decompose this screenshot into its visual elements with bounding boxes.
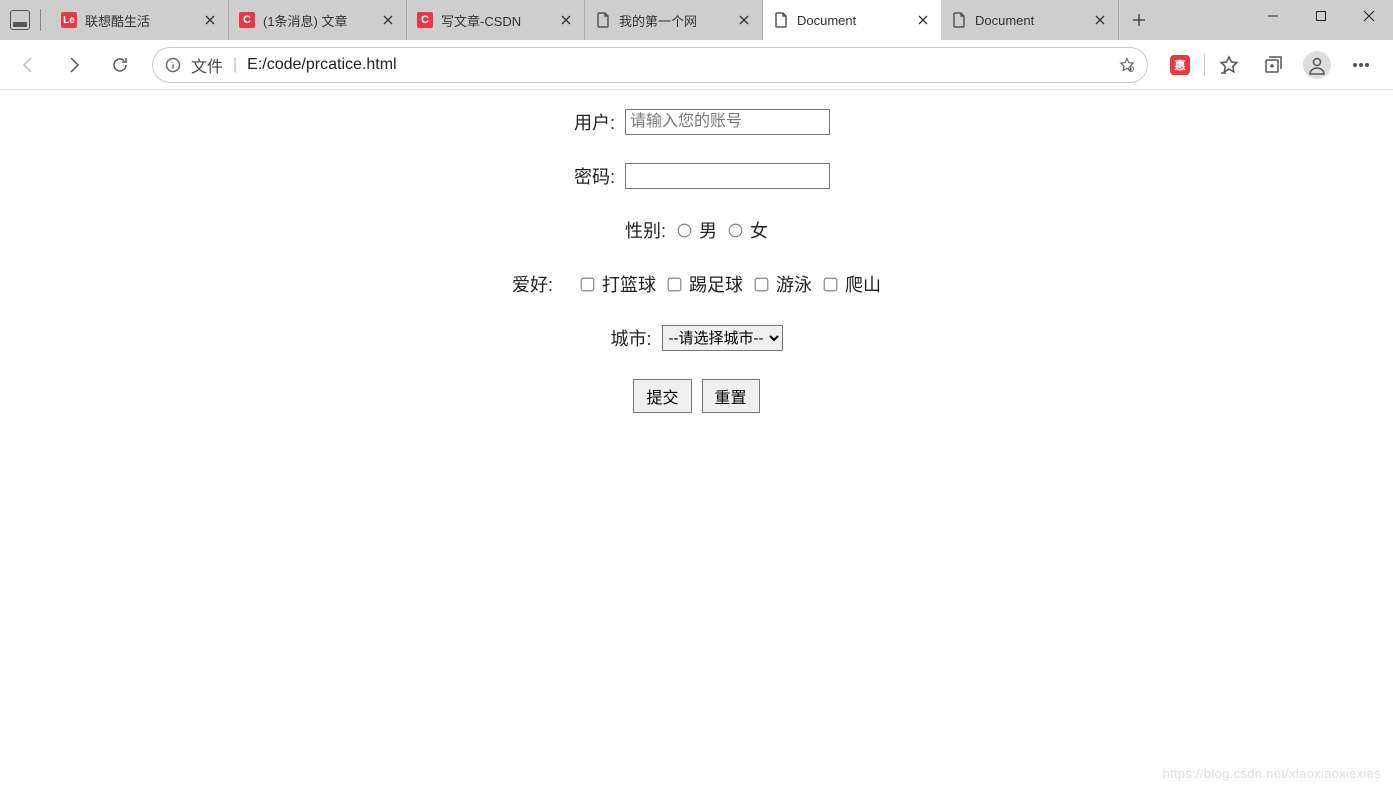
favicon-csdn: C: [417, 12, 433, 28]
city-select[interactable]: --请选择城市--: [662, 325, 783, 351]
close-icon[interactable]: [1092, 12, 1108, 28]
divider: [40, 9, 41, 31]
tab-actions-button-group: [0, 0, 51, 40]
tab-actions-icon[interactable]: [10, 10, 30, 30]
divider: [1204, 54, 1205, 76]
tab-title: Document: [975, 13, 1084, 28]
row-password: 密码:: [0, 163, 1393, 189]
document-icon: [595, 12, 611, 28]
hobby-option-football: 踢足球: [689, 271, 743, 297]
gender-label: 性别:: [625, 217, 666, 243]
url-text: E:/code/prcatice.html: [247, 56, 1109, 74]
addressbar[interactable]: 文件 | E:/code/prcatice.html: [152, 47, 1148, 83]
tab-document-active[interactable]: Document: [763, 0, 941, 40]
row-gender: 性别: 男 女: [0, 217, 1393, 243]
form: 用户: 密码: 性别: 男 女 爱好:: [0, 109, 1393, 413]
close-button[interactable]: [1345, 0, 1393, 32]
forward-button[interactable]: [54, 45, 94, 85]
tab-myfirst[interactable]: 我的第一个网: [585, 0, 763, 40]
profile-button[interactable]: [1297, 45, 1337, 85]
hobby-checkbox-football[interactable]: [668, 277, 682, 291]
row-hobby: 爱好: 打篮球 踢足球 游泳 爬山: [0, 271, 1393, 297]
tab-title: 写文章-CSDN: [441, 11, 550, 30]
gender-option-female: 女: [750, 217, 768, 243]
gender-radio-female[interactable]: [729, 223, 743, 237]
document-icon: [773, 12, 789, 28]
tab-title: 联想酷生活: [85, 11, 194, 30]
user-input[interactable]: [625, 109, 830, 135]
row-city: 城市: --请选择城市--: [0, 325, 1393, 351]
document-icon: [951, 12, 967, 28]
close-icon[interactable]: [915, 12, 931, 28]
hobby-checkbox-basketball[interactable]: [581, 277, 595, 291]
maximize-button[interactable]: [1297, 0, 1345, 32]
hobby-option-climb: 爬山: [845, 271, 881, 297]
collections-icon[interactable]: [1253, 45, 1293, 85]
row-user: 用户:: [0, 109, 1393, 135]
hobby-checkbox-climb[interactable]: [824, 277, 838, 291]
tab-title: (1条消息) 文章: [263, 11, 372, 30]
new-tab-button[interactable]: [1119, 0, 1159, 40]
close-icon[interactable]: [202, 12, 218, 28]
back-button[interactable]: [8, 45, 48, 85]
hobby-option-basketball: 打篮球: [602, 271, 656, 297]
tab-lenovo[interactable]: Le 联想酷生活: [51, 0, 229, 40]
hobby-label: 爱好:: [512, 271, 553, 297]
favicon-lenovo: Le: [61, 12, 77, 28]
user-label: 用户:: [563, 109, 615, 135]
extension-badge[interactable]: 惠: [1160, 45, 1200, 85]
minimize-button[interactable]: [1249, 0, 1297, 32]
gender-radio-male[interactable]: [678, 223, 692, 237]
separator: |: [233, 56, 237, 74]
titlebar: Le 联想酷生活 C (1条消息) 文章 C 写文章-CSDN 我的第一个网: [0, 0, 1393, 40]
gender-option-male: 男: [699, 217, 717, 243]
close-icon[interactable]: [380, 12, 396, 28]
close-icon[interactable]: [558, 12, 574, 28]
tab-document-2[interactable]: Document: [941, 0, 1119, 40]
toolbar: 文件 | E:/code/prcatice.html 惠: [0, 40, 1393, 90]
reset-button[interactable]: 重置: [702, 379, 760, 413]
tab-title: 我的第一个网: [619, 11, 728, 30]
refresh-button[interactable]: [100, 45, 140, 85]
close-icon[interactable]: [736, 12, 752, 28]
password-label: 密码:: [563, 163, 615, 189]
tabs-container: Le 联想酷生活 C (1条消息) 文章 C 写文章-CSDN 我的第一个网: [51, 0, 1249, 40]
tab-csdn-write[interactable]: C 写文章-CSDN: [407, 0, 585, 40]
city-label: 城市:: [610, 325, 651, 351]
watermark: https://blog.csdn.net/xiaoxiaoxiexies: [1163, 766, 1382, 781]
toolbar-right-icons: 惠: [1160, 45, 1385, 85]
tab-title: Document: [797, 13, 907, 28]
submit-button[interactable]: 提交: [633, 379, 691, 413]
info-icon: [165, 57, 181, 73]
page-viewport: 用户: 密码: 性别: 男 女 爱好:: [0, 90, 1393, 787]
hobby-checkbox-swim[interactable]: [755, 277, 769, 291]
hobby-option-swim: 游泳: [776, 271, 812, 297]
password-input[interactable]: [625, 163, 830, 189]
row-buttons: 提交 重置: [0, 379, 1393, 413]
tab-csdn-msg[interactable]: C (1条消息) 文章: [229, 0, 407, 40]
scheme-label: 文件: [191, 53, 223, 77]
favicon-csdn: C: [239, 12, 255, 28]
favorites-icon[interactable]: [1209, 45, 1249, 85]
menu-button[interactable]: [1341, 45, 1381, 85]
favorite-icon[interactable]: [1119, 57, 1135, 73]
window-controls: [1249, 0, 1393, 40]
